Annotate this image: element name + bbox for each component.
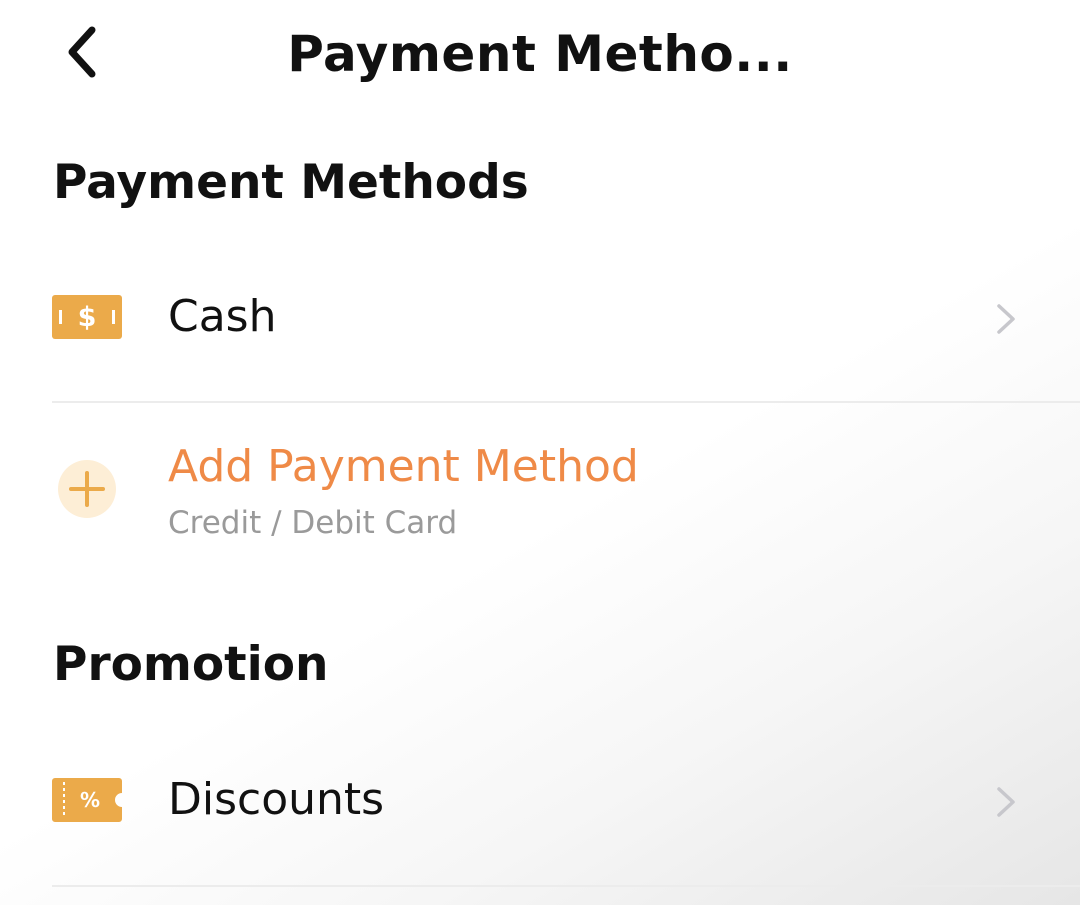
discounts-label: Discounts (168, 774, 385, 825)
discounts-row[interactable]: % Discounts (0, 745, 1080, 855)
chevron-right-icon (997, 304, 1015, 334)
navigation-bar: Payment Metho... (0, 0, 1080, 110)
chevron-right-icon (997, 787, 1015, 817)
plus-icon (58, 460, 116, 518)
discount-ticket-icon: % (52, 778, 122, 822)
section-title-payment-methods: Payment Methods (53, 155, 529, 210)
discount-icon-symbol: % (80, 788, 100, 812)
cash-icon-symbol: $ (78, 302, 97, 333)
cash-icon: $ (52, 295, 122, 339)
page-title: Payment Metho... (287, 25, 793, 83)
divider (52, 885, 1080, 887)
add-payment-method-label[interactable]: Add Payment Method (168, 440, 639, 494)
divider (52, 401, 1080, 403)
cash-payment-row[interactable]: $ Cash (0, 262, 1080, 372)
section-title-promotion: Promotion (53, 637, 329, 692)
add-payment-method-sublabel: Credit / Debit Card (168, 505, 458, 541)
cash-label: Cash (168, 291, 277, 342)
